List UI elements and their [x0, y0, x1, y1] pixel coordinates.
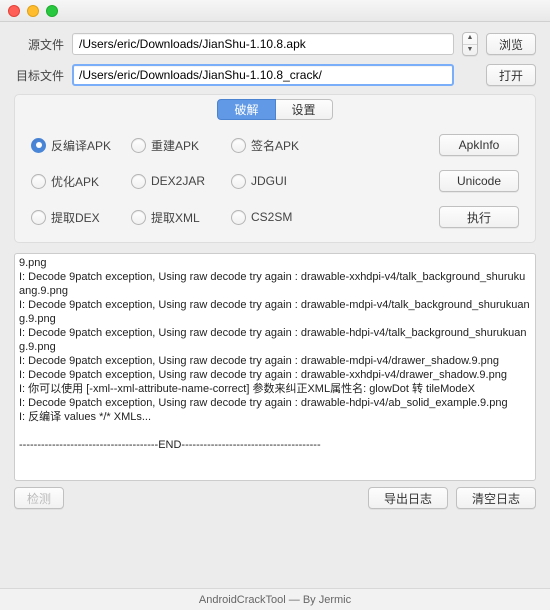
execute-button[interactable]: 执行: [439, 206, 519, 228]
apkinfo-button[interactable]: ApkInfo: [439, 134, 519, 156]
radio-extractxml[interactable]: 提取XML: [131, 209, 231, 226]
radio-extractdex[interactable]: 提取DEX: [31, 209, 131, 226]
radio-dex2jar[interactable]: DEX2JAR: [131, 173, 231, 190]
footer-text: AndroidCrackTool — By Jermic: [0, 588, 550, 610]
target-label: 目标文件: [14, 67, 64, 84]
radio-sign[interactable]: 签名APK: [231, 137, 331, 154]
minimize-icon[interactable]: [27, 5, 39, 17]
close-icon[interactable]: [8, 5, 20, 17]
open-button[interactable]: 打开: [486, 64, 536, 86]
radio-optimize[interactable]: 优化APK: [31, 173, 131, 190]
export-log-button[interactable]: 导出日志: [368, 487, 448, 509]
clear-log-button[interactable]: 清空日志: [456, 487, 536, 509]
radio-rebuild[interactable]: 重建APK: [131, 137, 231, 154]
chevron-up-icon[interactable]: ▲: [463, 33, 477, 45]
chevron-down-icon[interactable]: ▼: [463, 45, 477, 56]
tab-crack[interactable]: 破解: [217, 99, 275, 120]
radio-decompile[interactable]: 反编译APK: [31, 137, 131, 154]
titlebar: [0, 0, 550, 22]
radio-cs2sm[interactable]: CS2SM: [231, 209, 331, 226]
target-input[interactable]: [72, 64, 454, 86]
zoom-icon[interactable]: [46, 5, 58, 17]
log-output[interactable]: 9.png I: Decode 9patch exception, Using …: [14, 253, 536, 481]
stepper[interactable]: ▲ ▼: [462, 32, 478, 56]
tab-settings[interactable]: 设置: [276, 99, 333, 120]
radio-jdgui[interactable]: JDGUI: [231, 173, 331, 190]
detect-button: 检测: [14, 487, 64, 509]
browse-button[interactable]: 浏览: [486, 33, 536, 55]
options-panel: 破解 设置 反编译APK 重建APK 签名APK ApkInfo 优化APK D…: [14, 94, 536, 243]
unicode-button[interactable]: Unicode: [439, 170, 519, 192]
source-input[interactable]: [72, 33, 454, 55]
source-label: 源文件: [14, 36, 64, 53]
